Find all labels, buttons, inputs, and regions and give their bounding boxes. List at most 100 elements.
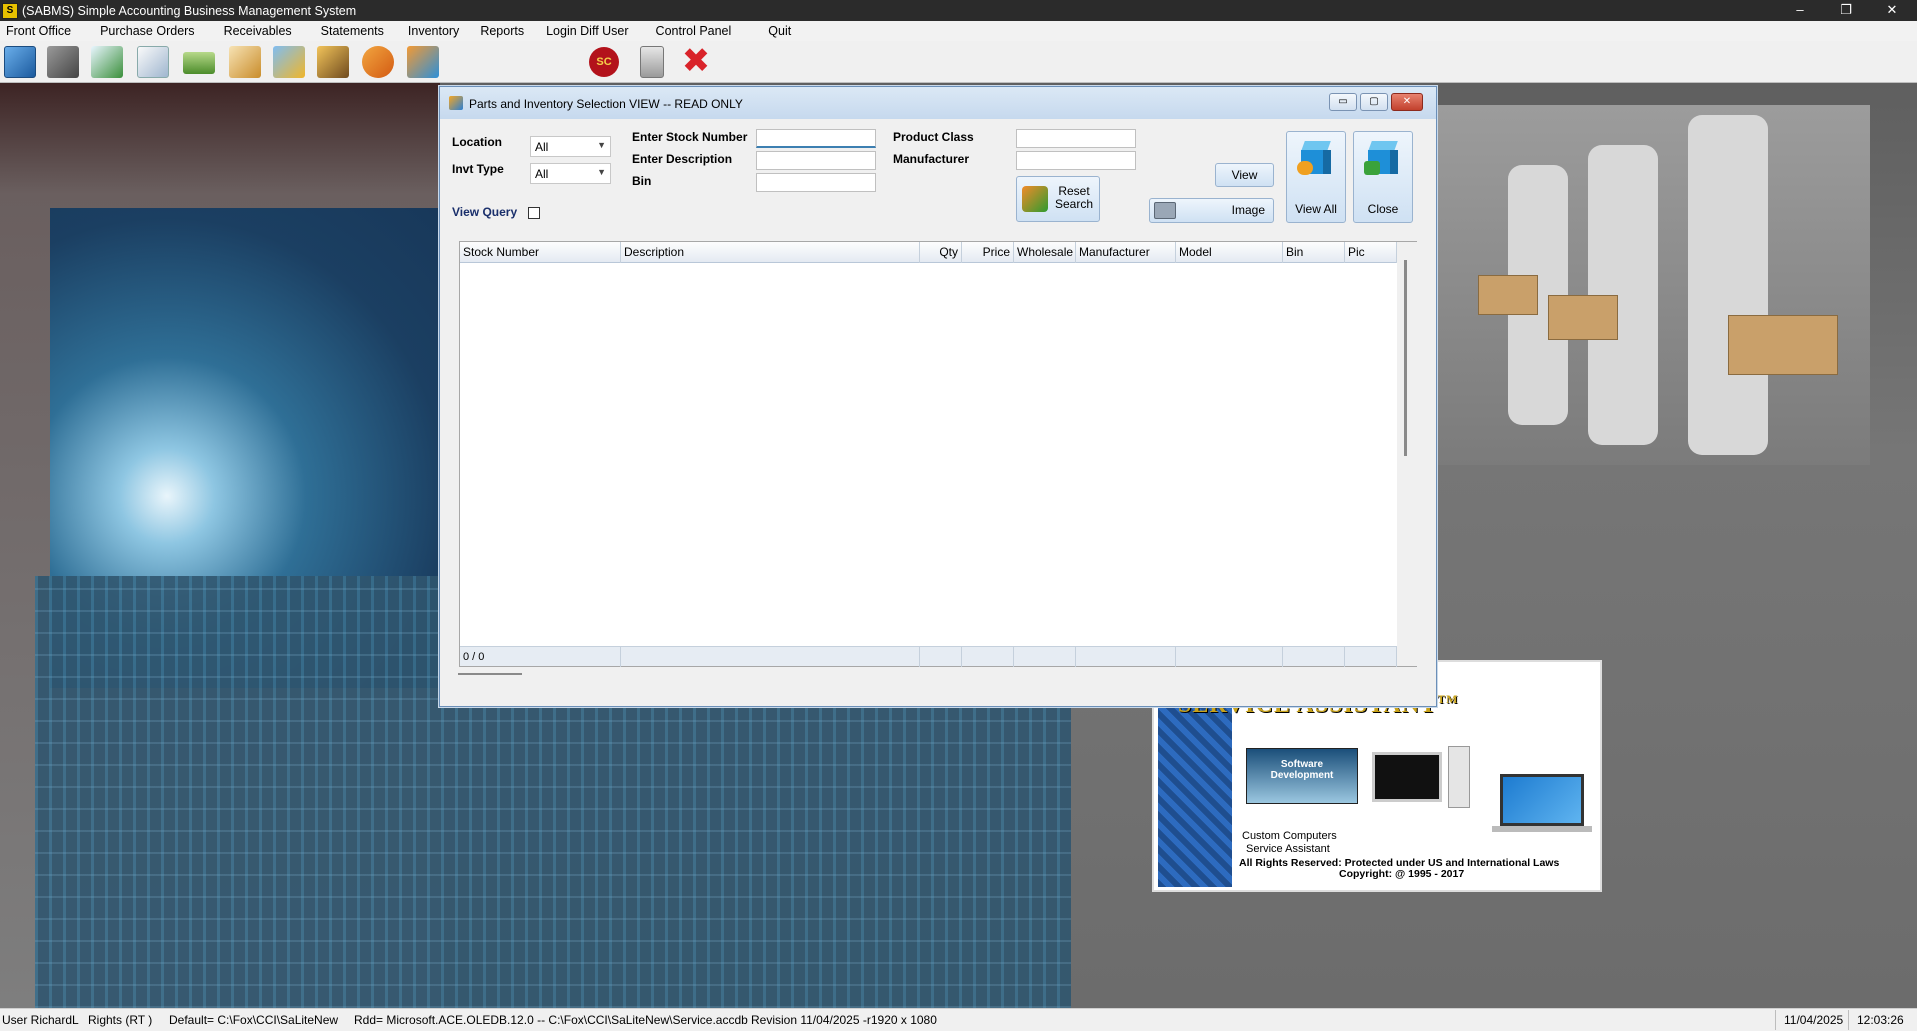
description-input[interactable] [756,151,876,170]
document-icon[interactable] [137,46,169,78]
desktop-computer-image [1372,752,1442,802]
report-icon[interactable] [229,46,261,78]
view-button[interactable]: View [1215,163,1274,187]
status-rdd: Rdd= Microsoft.ACE.OLEDB.12.0 -- C:\Fox\… [354,1013,748,1027]
column-header-manufacturer[interactable]: Manufacturer [1076,242,1176,263]
window-title-bar: S (SABMS) Simple Accounting Business Man… [0,0,1917,21]
footer-cell [1345,647,1397,667]
manufacturer-input[interactable] [1016,151,1136,170]
menu-quit[interactable]: Quit [761,24,798,38]
menu-control-panel[interactable]: Control Panel [649,24,762,38]
chevron-down-icon: ▼ [597,140,606,150]
status-rights: Rights (RT ) [88,1013,153,1027]
calculator-icon[interactable] [640,46,664,78]
exit-x-icon[interactable]: ✖ [680,44,712,78]
sc-badge-icon[interactable]: SC [589,47,619,77]
column-header-stock-number[interactable]: Stock Number [460,242,621,263]
menu-purchase-orders[interactable]: Purchase Orders [93,24,216,38]
column-header-bin[interactable]: Bin [1283,242,1345,263]
column-header-description[interactable]: Description [621,242,920,263]
folder-edit-icon[interactable] [273,46,305,78]
footer-cell [1014,647,1076,667]
close-icon[interactable]: ✕ [1869,0,1915,21]
dialog-close-icon[interactable]: ✕ [1391,93,1423,111]
view-all-label: View All [1295,202,1337,216]
footer-cell [1076,647,1176,667]
minimize-icon[interactable]: – [1777,0,1823,21]
location-select[interactable]: All ▼ [530,136,611,157]
reset-arrows-icon [1022,186,1048,212]
menu-reports[interactable]: Reports [473,24,539,38]
dialog-title: Parts and Inventory Selection VIEW -- RE… [469,97,743,111]
dialog-maximize-icon[interactable]: ▢ [1360,93,1388,111]
handshake-icon[interactable] [362,46,394,78]
menu-receivables[interactable]: Receivables [217,24,314,38]
menu-login-diff-user[interactable]: Login Diff User [539,24,648,38]
window-title: (SABMS) Simple Accounting Business Manag… [22,3,357,18]
invt-type-selected-value: All [535,167,549,181]
image-button-label: Image [1231,203,1265,217]
laptop-image [1500,774,1584,826]
banner-line-2: Service Assistant [1246,843,1330,855]
dialog-minimize-icon[interactable]: ▭ [1329,93,1357,111]
footer-cell [962,647,1014,667]
reset-search-button[interactable]: Reset Search [1016,176,1100,222]
record-count: 0 / 0 [460,647,621,667]
location-selected-value: All [535,140,549,154]
view-query-checkbox[interactable] [528,207,540,219]
column-header-wholesale[interactable]: Wholesale [1014,242,1076,263]
close-button[interactable]: Close [1353,131,1413,223]
column-header-qty[interactable]: Qty [920,242,962,263]
chevron-down-icon: ▼ [597,167,606,177]
vertical-scroll-thumb[interactable] [1404,260,1407,456]
column-header-model[interactable]: Model [1176,242,1283,263]
column-header-price[interactable]: Price [962,242,1014,263]
software-development-logo: Software Development [1246,748,1358,804]
banner-line-1: Custom Computers [1242,830,1337,842]
vertical-scrollbar[interactable] [1397,242,1417,666]
compass-icon[interactable] [4,46,36,78]
stock-number-input[interactable] [756,129,876,148]
bin-input[interactable] [756,173,876,192]
restore-icon[interactable]: ❐ [1823,0,1869,21]
money-icon[interactable] [183,52,215,74]
invt-type-select[interactable]: All ▼ [530,163,611,184]
column-header-pic[interactable]: Pic [1345,242,1397,263]
view-all-button[interactable]: View All [1286,131,1346,223]
logo-line-1: Software [1280,759,1324,770]
trademark: TM [1437,692,1459,706]
dialog-title-bar: Parts and Inventory Selection VIEW -- RE… [440,87,1436,119]
cube-icon[interactable] [407,46,439,78]
banner-stripe [1158,692,1232,887]
image-button[interactable]: Image [1149,198,1274,223]
checklist-icon[interactable] [91,46,123,78]
toolbar: SC ✖ [0,41,1917,83]
footer-cell [621,647,920,667]
parts-inventory-dialog: Parts and Inventory Selection VIEW -- RE… [439,86,1437,707]
bin-label: Bin [632,174,652,188]
reset-search-label: Reset Search [1055,185,1093,211]
horizontal-scroll-thumb[interactable] [458,673,522,675]
tools-icon[interactable] [47,46,79,78]
inventory-grid[interactable]: Stock Number Description Qty Price Whole… [459,241,1417,667]
cube-close-icon [1364,141,1400,175]
stock-number-label: Enter Stock Number [632,130,748,144]
status-time: 12:03:26 [1848,1010,1917,1030]
footer-cell [920,647,962,667]
computer-tower-image [1448,746,1470,808]
menu-front-office[interactable]: Front Office [0,24,93,38]
view-query-label: View Query [452,205,518,219]
users-icon[interactable] [317,46,349,78]
close-label: Close [1367,202,1399,216]
product-class-input[interactable] [1016,129,1136,148]
figure [1688,115,1768,455]
footer-cell [1176,647,1283,667]
toolbox [1728,315,1838,375]
grid-footer: 0 / 0 [460,646,1397,667]
menu-statements[interactable]: Statements [314,24,401,38]
logo-line-2: Development [1270,770,1334,781]
footer-cell [1283,647,1345,667]
status-user: User RichardL [2,1013,79,1027]
menu-inventory[interactable]: Inventory [401,24,473,38]
reset-label-line-2: Search [1055,197,1094,211]
